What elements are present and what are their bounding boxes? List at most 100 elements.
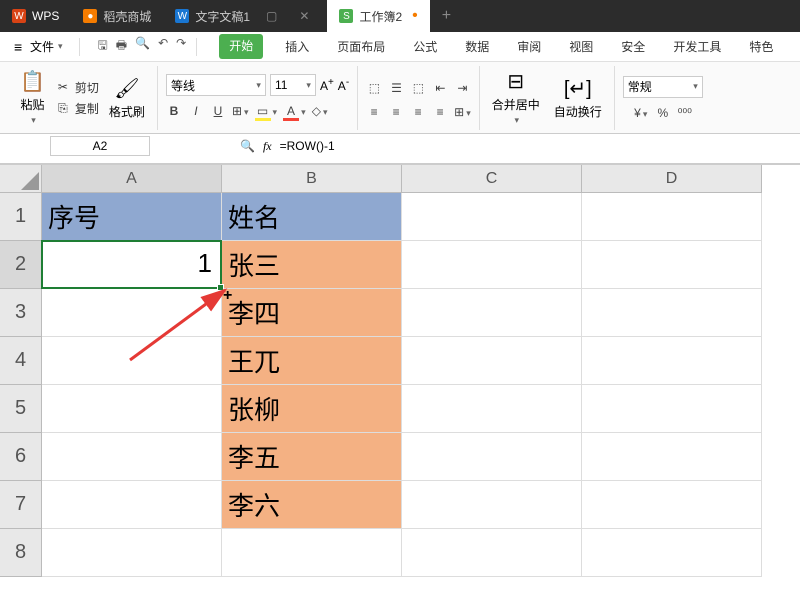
cell-b4[interactable]: 王兀 (222, 337, 402, 385)
comma-icon[interactable]: ⁰⁰⁰ (677, 106, 693, 120)
cell-b7[interactable]: 李六 (222, 481, 402, 529)
select-all-corner[interactable] (0, 165, 42, 193)
format-painter-button[interactable]: 🖌 格式刷 (105, 74, 149, 122)
row-header-3[interactable]: 3 (0, 289, 42, 337)
bold-button[interactable]: B (166, 104, 182, 121)
font-color-button[interactable]: A (283, 104, 306, 121)
cell-b3[interactable]: 李四 (222, 289, 402, 337)
col-header-c[interactable]: C (402, 165, 582, 193)
cell-b5[interactable]: 张柳 (222, 385, 402, 433)
name-box[interactable]: A2 (50, 136, 150, 156)
tab-insert[interactable]: 插入 (279, 34, 315, 59)
cell-a2[interactable] (42, 241, 222, 289)
cut-button[interactable]: ✂剪切 (55, 79, 99, 96)
border-button[interactable]: ⊞ (232, 104, 249, 121)
cell-d3[interactable] (582, 289, 762, 337)
decrease-font-icon[interactable]: A- (338, 77, 349, 93)
tab-data[interactable]: 数据 (459, 34, 495, 59)
tab-developer[interactable]: 开发工具 (667, 34, 727, 59)
wrap-text-button[interactable]: [↵] 自动换行 (550, 74, 606, 122)
preview-icon[interactable]: 🔍 (135, 36, 150, 57)
minimize-icon[interactable]: ▢ (260, 9, 283, 23)
cell-d4[interactable] (582, 337, 762, 385)
tab-special[interactable]: 特色 (743, 34, 779, 59)
italic-button[interactable]: I (188, 104, 204, 121)
font-size-select[interactable]: 11 (270, 74, 316, 96)
increase-font-icon[interactable]: A+ (320, 77, 334, 93)
cell-d1[interactable] (582, 193, 762, 241)
cell-c4[interactable] (402, 337, 582, 385)
tab-wps[interactable]: W WPS (0, 0, 71, 32)
zoom-icon[interactable]: 🔍 (240, 139, 255, 153)
copy-button[interactable]: ⎘复制 (55, 100, 99, 117)
cell-a5[interactable] (42, 385, 222, 433)
cell-c3[interactable] (402, 289, 582, 337)
align-middle-icon[interactable]: ☰ (388, 81, 404, 95)
col-header-b[interactable]: B (222, 165, 402, 193)
formula-bar-expand[interactable] (0, 158, 800, 164)
cell-c6[interactable] (402, 433, 582, 481)
cell-b1[interactable]: 姓名 (222, 193, 402, 241)
cell-d6[interactable] (582, 433, 762, 481)
tab-page-layout[interactable]: 页面布局 (331, 34, 391, 59)
formula-input[interactable] (280, 139, 680, 153)
cell-a7[interactable] (42, 481, 222, 529)
row-header-8[interactable]: 8 (0, 529, 42, 577)
tab-view[interactable]: 视图 (563, 34, 599, 59)
increase-indent-icon[interactable]: ⇥ (454, 81, 470, 95)
redo-icon[interactable]: ↷ (176, 36, 186, 57)
close-icon[interactable]: ✕ (293, 9, 315, 23)
tab-home[interactable]: 开始 (219, 34, 263, 59)
font-name-select[interactable]: 等线 (166, 74, 266, 96)
cell-d5[interactable] (582, 385, 762, 433)
tab-doc1[interactable]: W 文字文稿1 ▢ ✕ (163, 0, 327, 32)
percent-icon[interactable]: % (655, 106, 671, 120)
cell-c2[interactable] (402, 241, 582, 289)
cell-d8[interactable] (582, 529, 762, 577)
cell-a8[interactable] (42, 529, 222, 577)
number-format-select[interactable]: 常规 (623, 76, 703, 98)
cell-c8[interactable] (402, 529, 582, 577)
cell-b8[interactable] (222, 529, 402, 577)
row-header-5[interactable]: 5 (0, 385, 42, 433)
cell-d2[interactable] (582, 241, 762, 289)
tab-security[interactable]: 安全 (615, 34, 651, 59)
align-bottom-icon[interactable]: ⬚ (410, 81, 426, 95)
paste-button[interactable]: 📋 粘贴 (16, 67, 49, 128)
row-header-7[interactable]: 7 (0, 481, 42, 529)
col-header-d[interactable]: D (582, 165, 762, 193)
row-header-2[interactable]: 2 (0, 241, 42, 289)
cell-c7[interactable] (402, 481, 582, 529)
file-menu[interactable]: 文件 (8, 34, 69, 59)
cell-b6[interactable]: 李五 (222, 433, 402, 481)
undo-icon[interactable]: ↶ (158, 36, 168, 57)
align-right-icon[interactable]: ≡ (410, 105, 426, 119)
cell-c1[interactable] (402, 193, 582, 241)
cell-c5[interactable] (402, 385, 582, 433)
underline-button[interactable]: U (210, 104, 226, 121)
cell-a1[interactable]: 序号 (42, 193, 222, 241)
tab-review[interactable]: 审阅 (511, 34, 547, 59)
col-header-a[interactable]: A (42, 165, 222, 193)
clear-format-button[interactable]: ◇ (312, 104, 328, 121)
merge-center-button[interactable]: ⊟ 合并居中 (488, 67, 544, 128)
cell-d7[interactable] (582, 481, 762, 529)
row-header-4[interactable]: 4 (0, 337, 42, 385)
fill-color-button[interactable]: ▭ (255, 104, 278, 121)
justify-icon[interactable]: ≡ (432, 105, 448, 119)
row-header-1[interactable]: 1 (0, 193, 42, 241)
cell-a6[interactable] (42, 433, 222, 481)
cell-a3[interactable] (42, 289, 222, 337)
cell-a4[interactable] (42, 337, 222, 385)
print-icon[interactable]: 🖶 (116, 36, 127, 57)
tab-store[interactable]: ● 稻壳商城 (71, 0, 163, 32)
currency-icon[interactable]: ¥ (633, 106, 649, 120)
tab-formulas[interactable]: 公式 (407, 34, 443, 59)
align-top-icon[interactable]: ⬚ (366, 81, 382, 95)
row-header-6[interactable]: 6 (0, 433, 42, 481)
new-tab-button[interactable]: + (430, 7, 463, 25)
decrease-indent-icon[interactable]: ⇤ (432, 81, 448, 95)
cell-b2[interactable]: 张三 (222, 241, 402, 289)
save-icon[interactable]: 🖫 (98, 36, 108, 57)
fx-icon[interactable]: fx (263, 139, 272, 154)
